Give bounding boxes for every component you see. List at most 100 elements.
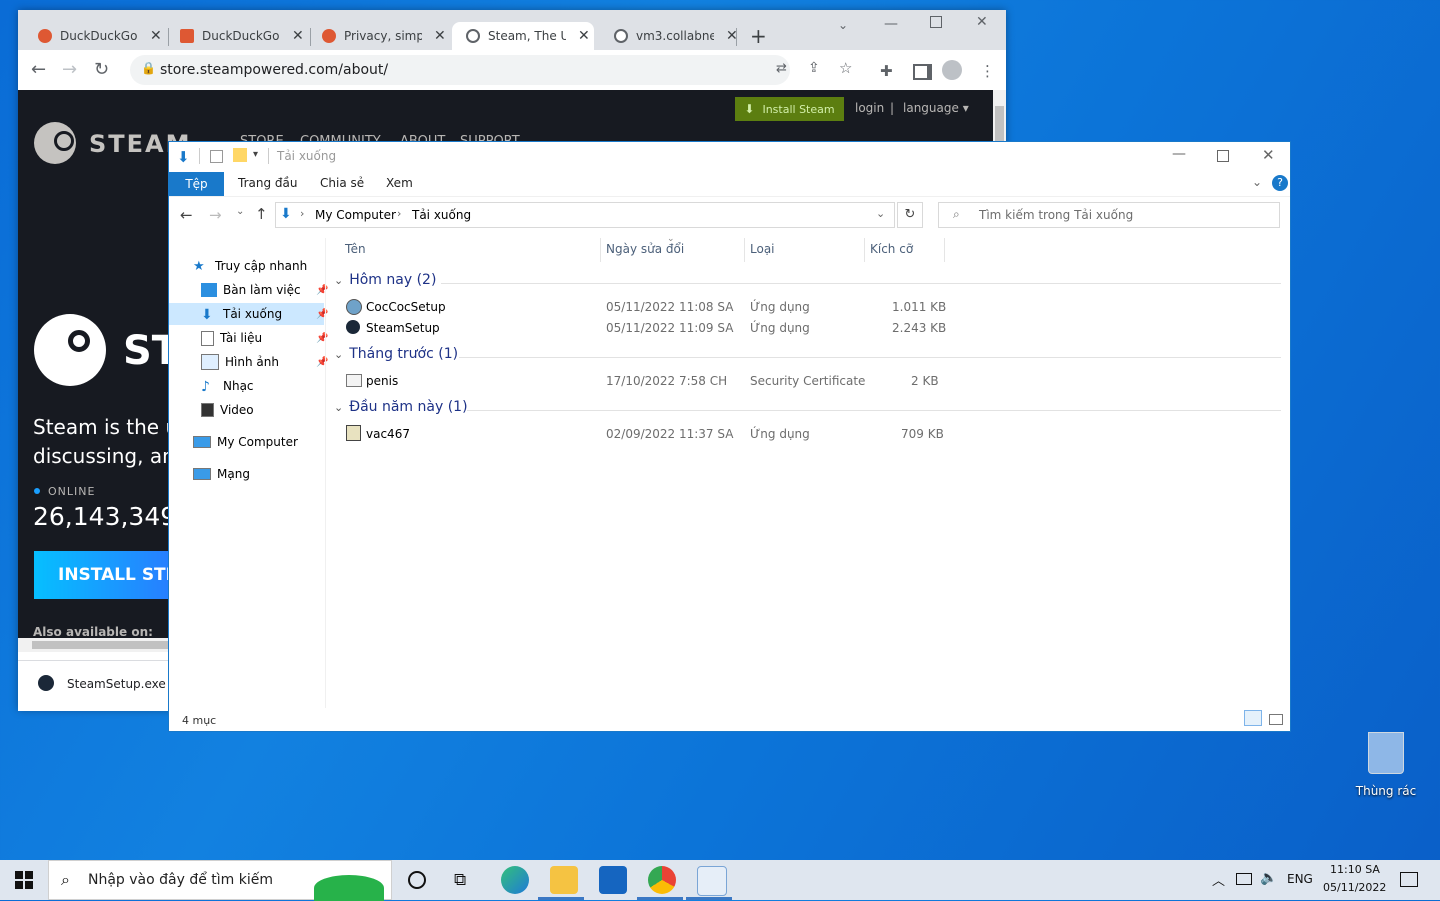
ribbon-tab-home[interactable]: Trang đầu bbox=[238, 176, 297, 190]
breadcrumb-downloads[interactable]: Tải xuống bbox=[412, 208, 471, 222]
taskbar-search-box[interactable]: ⌕ Nhập vào đây để tìm kiếm bbox=[48, 860, 392, 901]
file-row[interactable]: SteamSetup 05/11/2022 11:09 SA Ứng dụng … bbox=[345, 318, 1125, 339]
steam-logo-icon[interactable] bbox=[34, 122, 76, 164]
tab-title: Steam, The Ulti bbox=[488, 29, 566, 43]
browser-tab-active[interactable]: Steam, The Ulti ✕ bbox=[452, 22, 594, 50]
column-name[interactable]: Tên bbox=[345, 242, 366, 256]
clock-date[interactable]: 05/11/2022 bbox=[1323, 881, 1386, 894]
details-view-icon[interactable] bbox=[1244, 710, 1262, 726]
pin-icon[interactable]: 📌 bbox=[316, 309, 328, 320]
group-header-today[interactable]: ⌄ Hôm nay (2) bbox=[334, 272, 436, 288]
back-icon[interactable]: ← bbox=[31, 59, 46, 80]
new-tab-button[interactable]: + bbox=[750, 24, 767, 48]
side-panel-icon[interactable] bbox=[913, 64, 932, 80]
up-icon[interactable]: ↑ bbox=[255, 205, 268, 223]
pin-icon[interactable]: 📌 bbox=[316, 285, 328, 296]
share-icon[interactable]: ⇪ bbox=[808, 60, 820, 76]
close-tab-icon[interactable]: ✕ bbox=[578, 28, 590, 44]
nav-desktop[interactable]: Bàn làm việc 📌 bbox=[201, 279, 356, 301]
expand-ribbon-icon[interactable]: ⌄ bbox=[1252, 175, 1262, 189]
nav-label: Mạng bbox=[217, 467, 250, 481]
maximize-icon[interactable] bbox=[930, 16, 942, 28]
download-item[interactable]: SteamSetup.exe bbox=[67, 677, 166, 691]
menu-icon[interactable]: ⋮ bbox=[980, 62, 995, 80]
search-box[interactable]: ⌕ Tìm kiếm trong Tải xuống bbox=[938, 202, 1280, 228]
address-dropdown-icon[interactable]: ⌄ bbox=[876, 207, 885, 220]
group-header-last-month[interactable]: ⌄ Tháng trước (1) bbox=[334, 346, 458, 362]
hscroll-thumb[interactable] bbox=[32, 641, 172, 649]
minimize-icon[interactable]: — bbox=[1172, 146, 1186, 162]
forward-icon[interactable]: → bbox=[62, 59, 77, 80]
qat-dropdown-icon[interactable]: ▾ bbox=[253, 149, 258, 160]
close-tab-icon[interactable]: ✕ bbox=[434, 28, 446, 44]
address-bar[interactable]: ⬇ › My Computer › Tải xuống ⌄ bbox=[275, 202, 895, 228]
sort-arrow-icon: ⌄ bbox=[667, 234, 675, 244]
navigation-pane: ★ Truy cập nhanh Bàn làm việc 📌 ⬇ Tải xu… bbox=[169, 248, 328, 708]
file-explorer-icon[interactable] bbox=[550, 866, 578, 894]
browser-tab[interactable]: DuckDuckGo I ✕ bbox=[160, 22, 308, 50]
task-view-icon[interactable]: ⧉ bbox=[454, 870, 466, 890]
column-type[interactable]: Loại bbox=[750, 242, 775, 256]
nav-videos[interactable]: Video bbox=[201, 399, 356, 421]
clock-time[interactable]: 11:10 SA bbox=[1330, 863, 1380, 876]
browser-tab[interactable]: vm3.collabnet ✕ bbox=[594, 22, 742, 50]
breadcrumb-my-computer[interactable]: My Computer bbox=[315, 208, 396, 222]
show-hidden-icons-chevron-up-icon[interactable]: ︿ bbox=[1212, 870, 1225, 889]
address-bar[interactable]: 🔒 store.steampowered.com/about/ ⇄ ⇪ ☆ bbox=[130, 55, 852, 85]
nav-pictures[interactable]: Hình ảnh 📌 bbox=[201, 351, 356, 373]
column-size[interactable]: Kích cỡ bbox=[870, 242, 913, 256]
nav-downloads[interactable]: ⬇ Tải xuống 📌 bbox=[169, 303, 328, 325]
globe-icon bbox=[614, 29, 628, 43]
volume-icon[interactable]: 🔈 bbox=[1260, 870, 1277, 886]
file-row[interactable]: CocCocSetup 05/11/2022 11:08 SA Ứng dụng… bbox=[345, 297, 1125, 318]
pin-icon[interactable]: 📌 bbox=[316, 357, 328, 368]
new-folder-icon[interactable] bbox=[233, 148, 247, 162]
login-link[interactable]: login bbox=[855, 101, 884, 115]
install-steam-button[interactable]: ⬇ Install Steam bbox=[735, 97, 844, 121]
reload-icon[interactable]: ↻ bbox=[94, 59, 109, 80]
translate-icon[interactable]: ⇄ bbox=[776, 61, 787, 76]
large-icons-view-icon[interactable] bbox=[1269, 714, 1283, 725]
ribbon-tab-view[interactable]: Xem bbox=[386, 176, 413, 190]
app-icon[interactable] bbox=[697, 866, 727, 896]
maximize-icon[interactable] bbox=[1217, 150, 1229, 162]
extensions-icon[interactable]: ✚ bbox=[880, 62, 893, 80]
bookmark-star-icon[interactable]: ☆ bbox=[839, 59, 852, 77]
language-dropdown[interactable]: language ▾ bbox=[903, 101, 969, 115]
file-row[interactable]: penis 17/10/2022 7:58 CH Security Certif… bbox=[345, 371, 1125, 392]
cortana-icon[interactable] bbox=[408, 871, 426, 889]
file-type: Security Certificate bbox=[750, 374, 866, 388]
ribbon-tab-file[interactable]: Tệp bbox=[169, 172, 224, 196]
close-icon[interactable]: ✕ bbox=[976, 14, 988, 30]
tab-search-icon[interactable]: ⌄ bbox=[838, 18, 848, 32]
properties-icon[interactable] bbox=[210, 150, 223, 163]
store-icon[interactable] bbox=[599, 866, 627, 894]
browser-tab[interactable]: Privacy, simplif ✕ bbox=[302, 22, 450, 50]
nav-music[interactable]: ♪ Nhạc bbox=[201, 375, 356, 397]
refresh-icon[interactable]: ↻ bbox=[897, 202, 923, 228]
ribbon-tab-share[interactable]: Chia sẻ bbox=[320, 176, 364, 190]
steam-file-icon bbox=[38, 675, 54, 691]
recycle-bin[interactable]: Thùng rác bbox=[1350, 728, 1422, 808]
profile-icon[interactable] bbox=[942, 60, 962, 80]
column-date[interactable]: Ngày sửa đổi bbox=[606, 242, 684, 256]
pin-icon[interactable]: 📌 bbox=[316, 333, 328, 344]
forward-icon[interactable]: → bbox=[209, 206, 222, 224]
group-header-earlier-this-year[interactable]: ⌄ Đầu năm này (1) bbox=[334, 399, 468, 415]
edge-icon[interactable] bbox=[501, 866, 529, 894]
nav-documents[interactable]: Tài liệu 📌 bbox=[201, 327, 356, 349]
file-explorer-window: ⬇ ▾ Tải xuống — ✕ Tệp Trang đầu Chia sẻ … bbox=[168, 141, 1291, 732]
notification-center-icon[interactable] bbox=[1400, 872, 1418, 887]
chrome-icon[interactable] bbox=[648, 866, 676, 894]
close-icon[interactable]: ✕ bbox=[1262, 146, 1275, 164]
start-windows-icon[interactable] bbox=[15, 871, 33, 889]
input-language[interactable]: ENG bbox=[1287, 872, 1313, 886]
recent-locations-icon[interactable]: ⌄ bbox=[236, 206, 244, 217]
browser-tab[interactable]: DuckDuckGo - ✕ bbox=[18, 22, 166, 50]
file-row[interactable]: vac467 02/09/2022 11:37 SA Ứng dụng 709 … bbox=[345, 424, 1125, 445]
file-name: SteamSetup bbox=[366, 321, 440, 335]
help-icon[interactable]: ? bbox=[1272, 175, 1288, 191]
back-icon[interactable]: ← bbox=[180, 206, 193, 224]
minimize-icon[interactable]: — bbox=[884, 16, 898, 32]
network-icon[interactable] bbox=[1236, 873, 1252, 885]
